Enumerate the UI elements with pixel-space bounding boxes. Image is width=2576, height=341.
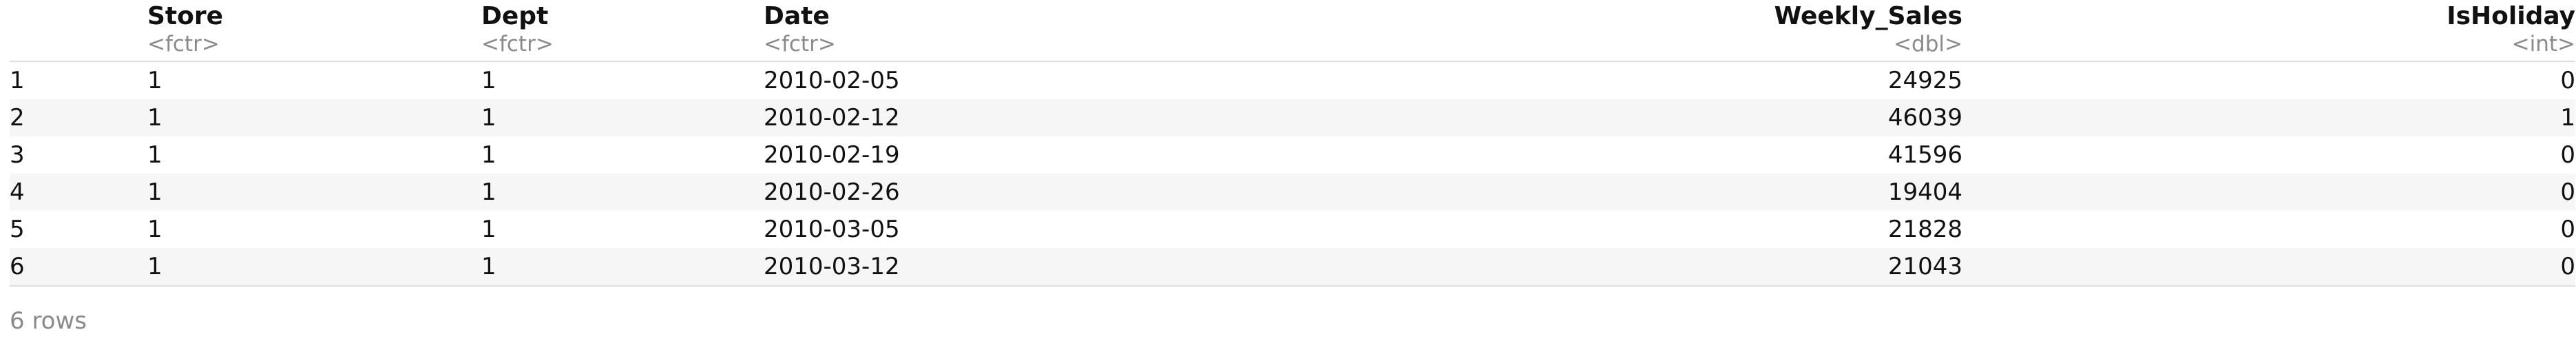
row-index: 2: [10, 99, 147, 136]
cell-isholiday: 0: [2560, 216, 2575, 243]
cell-dept: 1: [481, 216, 496, 243]
cell-dept: 1: [481, 174, 764, 211]
column-header-store[interactable]: Store <fctr>: [147, 0, 481, 62]
table-row: 5 1 1 2010-03-05 21828 0: [10, 211, 2575, 248]
column-name: Weekly_Sales: [1774, 2, 1962, 30]
row-index: 1: [10, 67, 25, 94]
cell-date: 2010-02-26: [764, 174, 1383, 211]
cell-weekly-sales: 19404: [1383, 174, 1962, 211]
cell-store: 1: [147, 99, 481, 136]
row-index: 4: [10, 174, 147, 211]
column-name: Store: [147, 2, 224, 30]
data-frame-viewer: Store <fctr> Dept <fctr> Date <fctr> Wee…: [10, 0, 2575, 287]
cell-date: 2010-03-05: [764, 216, 900, 243]
table-row: 3 1 1 2010-02-19 41596 0: [10, 136, 2575, 174]
column-header-dept[interactable]: Dept <fctr>: [481, 0, 764, 62]
column-header-date[interactable]: Date <fctr>: [764, 0, 1383, 62]
cell-store: 1: [147, 248, 481, 287]
cell-date: 2010-02-19: [764, 141, 900, 169]
cell-date: 2010-02-12: [764, 99, 1383, 136]
table-row: 1 1 1 2010-02-05 24925 0: [10, 61, 2575, 99]
cell-isholiday: 0: [1962, 174, 2575, 211]
row-index: 6: [10, 248, 147, 287]
row-index: 3: [10, 141, 25, 169]
table-row: 4 1 1 2010-02-26 19404 0: [10, 174, 2575, 211]
cell-isholiday: 0: [1962, 248, 2575, 287]
cell-isholiday: 0: [2560, 141, 2575, 169]
column-type: <fctr>: [764, 32, 836, 56]
column-type: <int>: [2511, 32, 2575, 56]
cell-store: 1: [147, 67, 163, 94]
cell-weekly-sales: 21043: [1383, 248, 1962, 287]
cell-store: 1: [147, 174, 481, 211]
table-header-row: Store <fctr> Dept <fctr> Date <fctr> Wee…: [10, 0, 2575, 62]
cell-weekly-sales: 41596: [1887, 141, 1962, 169]
column-type: <fctr>: [481, 32, 554, 56]
row-count-footer: 6 rows: [10, 307, 87, 335]
cell-weekly-sales: 46039: [1383, 99, 1962, 136]
cell-dept: 1: [481, 248, 764, 287]
data-table: Store <fctr> Dept <fctr> Date <fctr> Wee…: [10, 0, 2575, 287]
cell-store: 1: [147, 216, 163, 243]
table-row: 6 1 1 2010-03-12 21043 0: [10, 248, 2575, 287]
cell-isholiday: 1: [1962, 99, 2575, 136]
row-index-header: [10, 0, 147, 62]
cell-dept: 1: [481, 99, 764, 136]
row-index: 5: [10, 216, 25, 243]
column-type: <dbl>: [1894, 32, 1962, 56]
column-name: Date: [764, 2, 830, 30]
cell-isholiday: 0: [2560, 67, 2575, 94]
cell-dept: 1: [481, 67, 496, 94]
cell-weekly-sales: 21828: [1887, 216, 1962, 243]
cell-dept: 1: [481, 141, 496, 169]
column-name: IsHoliday: [2447, 2, 2575, 30]
column-header-isholiday[interactable]: IsHoliday <int>: [1962, 0, 2575, 62]
column-header-weekly-sales[interactable]: Weekly_Sales <dbl>: [1383, 0, 1962, 62]
cell-date: 2010-02-05: [764, 67, 900, 94]
cell-weekly-sales: 24925: [1887, 67, 1962, 94]
column-type: <fctr>: [147, 32, 220, 56]
cell-store: 1: [147, 141, 163, 169]
table-row: 2 1 1 2010-02-12 46039 1: [10, 99, 2575, 136]
cell-date: 2010-03-12: [764, 248, 1383, 287]
column-name: Dept: [481, 2, 549, 30]
